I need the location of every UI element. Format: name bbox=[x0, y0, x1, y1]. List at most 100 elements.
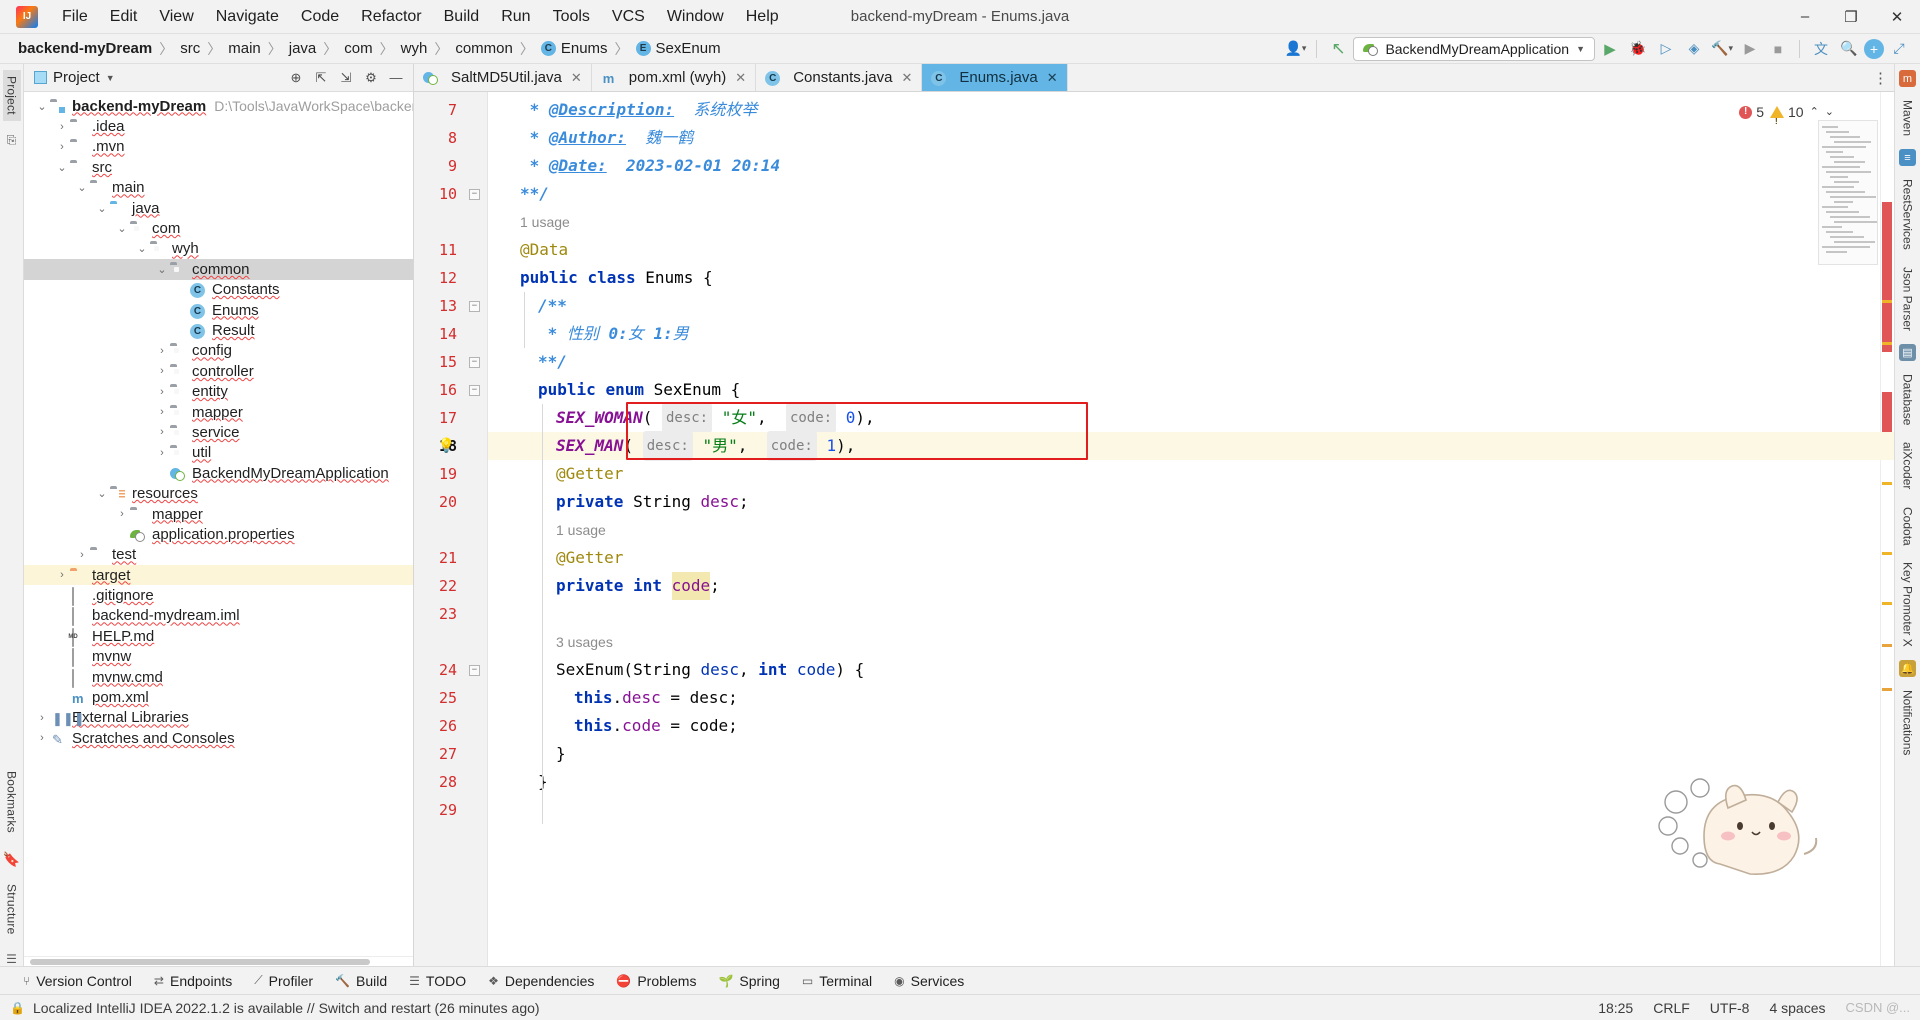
chevron-right-icon[interactable]: › bbox=[74, 549, 90, 561]
next-problem-icon[interactable]: ⌄ bbox=[1825, 98, 1834, 126]
tree-node-common[interactable]: ⌄ common bbox=[24, 259, 413, 280]
chevron-right-icon[interactable]: › bbox=[54, 121, 70, 133]
run-with-coverage-button[interactable]: ▷ bbox=[1653, 37, 1679, 61]
tree-node--mvn[interactable]: › .mvn bbox=[24, 137, 413, 157]
tree-node-test[interactable]: › test bbox=[24, 545, 413, 565]
breadcrumb-item-com[interactable]: com bbox=[340, 39, 376, 58]
tree-node-backendmydreamapplication[interactable]: ›BackendMyDreamApplication bbox=[24, 463, 413, 483]
stop-button[interactable]: ■ bbox=[1765, 37, 1791, 61]
code-line[interactable]: @Getter bbox=[488, 460, 1894, 488]
breadcrumb-item-sexenum[interactable]: E SexEnum bbox=[632, 39, 725, 58]
expand-icon[interactable]: ⇲ bbox=[335, 68, 357, 88]
close-icon[interactable]: ✕ bbox=[901, 70, 912, 86]
tree-node-mapper[interactable]: › mapper bbox=[24, 402, 413, 422]
tool-window-endpoints[interactable]: ⇄ Endpoints bbox=[145, 970, 241, 992]
chevron-down-icon[interactable]: ⌄ bbox=[94, 202, 110, 215]
tree-node-controller[interactable]: › controller bbox=[24, 361, 413, 381]
chevron-down-icon[interactable]: ▼ bbox=[106, 73, 115, 83]
menu-item-view[interactable]: View bbox=[149, 4, 203, 30]
hide-icon[interactable]: — bbox=[385, 68, 407, 88]
tree-node-wyh[interactable]: ⌄ wyh bbox=[24, 239, 413, 259]
chevron-down-icon[interactable]: ⌄ bbox=[54, 161, 70, 174]
code-line[interactable]: * @Date: 2023-02-01 20:14 bbox=[488, 152, 1894, 180]
translate-icon[interactable]: 文 bbox=[1808, 37, 1834, 61]
code-line[interactable]: } bbox=[488, 740, 1894, 768]
run-configuration-selector[interactable]: BackendMyDreamApplication ▼ bbox=[1353, 36, 1595, 61]
tree-node-com[interactable]: ⌄ com bbox=[24, 218, 413, 238]
maximize-button[interactable]: ❐ bbox=[1828, 0, 1874, 34]
maven-icon[interactable]: m bbox=[1899, 70, 1916, 87]
close-icon[interactable]: ✕ bbox=[1047, 70, 1058, 86]
code-line[interactable]: } bbox=[488, 768, 1894, 796]
build-button[interactable]: 🔨 ▾ bbox=[1709, 37, 1735, 61]
tree-node-enums[interactable]: ›CEnums bbox=[24, 300, 413, 320]
locate-icon[interactable]: ⊕ bbox=[285, 68, 307, 88]
close-button[interactable]: ✕ bbox=[1874, 0, 1920, 34]
chevron-right-icon[interactable]: › bbox=[154, 386, 170, 398]
close-icon[interactable]: ✕ bbox=[571, 70, 582, 86]
code-line[interactable]: this. desc = desc; bbox=[488, 684, 1894, 712]
prev-problem-icon[interactable]: ⌃ bbox=[1810, 98, 1819, 126]
code-line[interactable]: **/ bbox=[488, 180, 1894, 208]
code-line[interactable]: 1 usage bbox=[488, 516, 1894, 544]
code-line[interactable]: public class Enums { bbox=[488, 264, 1894, 292]
user-icon[interactable]: 👤 ▾ bbox=[1282, 37, 1308, 61]
code-line[interactable]: 1 usage bbox=[488, 208, 1894, 236]
tree-node-help-md[interactable]: ›HELP.md bbox=[24, 626, 413, 647]
code-line[interactable]: private String desc; bbox=[488, 488, 1894, 516]
collapse-all-icon[interactable]: ⇱ bbox=[310, 68, 332, 88]
menu-item-run[interactable]: Run bbox=[491, 4, 540, 30]
code-line[interactable]: this. code = code; bbox=[488, 712, 1894, 740]
sidebar-item-notifications[interactable]: Notifications bbox=[1900, 686, 1916, 759]
tool-window-terminal[interactable]: ▭ Terminal bbox=[793, 970, 881, 992]
code-fold-toggle[interactable]: − bbox=[468, 188, 481, 201]
run-button[interactable]: ▶ bbox=[1597, 37, 1623, 61]
breadcrumb-item-java[interactable]: java bbox=[285, 39, 321, 58]
editor-tab-enums-java[interactable]: C Enums.java ✕ bbox=[922, 64, 1068, 91]
tool-window-todo[interactable]: ☰ TODO bbox=[400, 970, 475, 992]
chevron-right-icon[interactable]: › bbox=[154, 365, 170, 377]
caret-position[interactable]: 18:25 bbox=[1598, 1000, 1633, 1016]
tree-node-util[interactable]: › util bbox=[24, 443, 413, 463]
breadcrumb-item-wyh[interactable]: wyh bbox=[397, 39, 432, 58]
menu-item-window[interactable]: Window bbox=[657, 4, 734, 30]
bookmark-icon[interactable]: 🔖 bbox=[3, 851, 20, 868]
error-count-badge[interactable]: ! 5 bbox=[1739, 98, 1764, 126]
tree-node-resources[interactable]: ⌄ resources bbox=[24, 483, 413, 503]
menu-item-edit[interactable]: Edit bbox=[100, 4, 148, 30]
tree-node-java[interactable]: ⌄ java bbox=[24, 198, 413, 218]
sidebar-item-maven[interactable]: Maven bbox=[1900, 96, 1916, 140]
code-fold-toggle[interactable]: − bbox=[468, 384, 481, 397]
tool-window-version-control[interactable]: ⑂ Version Control bbox=[14, 970, 141, 992]
code-line[interactable]: SexEnum(String desc, int code) { bbox=[488, 656, 1894, 684]
tree-node-backend-mydream[interactable]: ⌄ backend-myDream D:\Tools\JavaWorkSpace\b… bbox=[24, 96, 413, 116]
code-line[interactable] bbox=[488, 600, 1894, 628]
tool-window-services[interactable]: ◉ Services bbox=[885, 970, 973, 992]
sidebar-item-project[interactable]: Project bbox=[2, 70, 21, 121]
code-fold-toggle[interactable]: − bbox=[468, 356, 481, 369]
tree-node-backend-mydream-iml[interactable]: ›backend-mydream.iml bbox=[24, 606, 413, 627]
code-line[interactable] bbox=[488, 796, 1894, 824]
notifications-icon[interactable]: 🔔 bbox=[1899, 659, 1916, 677]
chevron-down-icon[interactable]: ⌄ bbox=[94, 487, 110, 500]
chevron-right-icon[interactable]: › bbox=[34, 732, 50, 744]
code-line[interactable]: * @Description: 系统枚举 bbox=[488, 96, 1894, 124]
tree-node-external-libraries[interactable]: › ❚❚❚ External Libraries bbox=[24, 708, 413, 728]
sidebar-item-structure[interactable]: Structure bbox=[3, 878, 21, 941]
indent-setting[interactable]: 4 spaces bbox=[1769, 1000, 1825, 1016]
tree-node-application-properties[interactable]: ›application.properties bbox=[24, 524, 413, 544]
chevron-right-icon[interactable]: › bbox=[154, 426, 170, 438]
sidebar-item-database[interactable]: Database bbox=[1900, 370, 1916, 429]
chevron-right-icon[interactable]: › bbox=[154, 406, 170, 418]
profiler-button[interactable]: ◈ bbox=[1681, 37, 1707, 61]
chevron-right-icon[interactable]: › bbox=[34, 712, 50, 724]
code-line[interactable]: private int code; bbox=[488, 572, 1894, 600]
code-line[interactable]: SEX_MAN( desc: "男", code: 1), bbox=[488, 431, 1894, 461]
tree-node-constants[interactable]: ›CConstants bbox=[24, 280, 413, 300]
minimize-button[interactable]: – bbox=[1782, 0, 1828, 34]
chevron-right-icon[interactable]: › bbox=[54, 141, 70, 153]
structure-icon[interactable]: ☰ bbox=[6, 952, 17, 966]
code-line[interactable]: * 性别 0: 女 1: 男 bbox=[488, 320, 1894, 348]
tree-node-main[interactable]: ⌄ main bbox=[24, 178, 413, 198]
chevron-down-icon[interactable]: ⌄ bbox=[74, 181, 90, 194]
